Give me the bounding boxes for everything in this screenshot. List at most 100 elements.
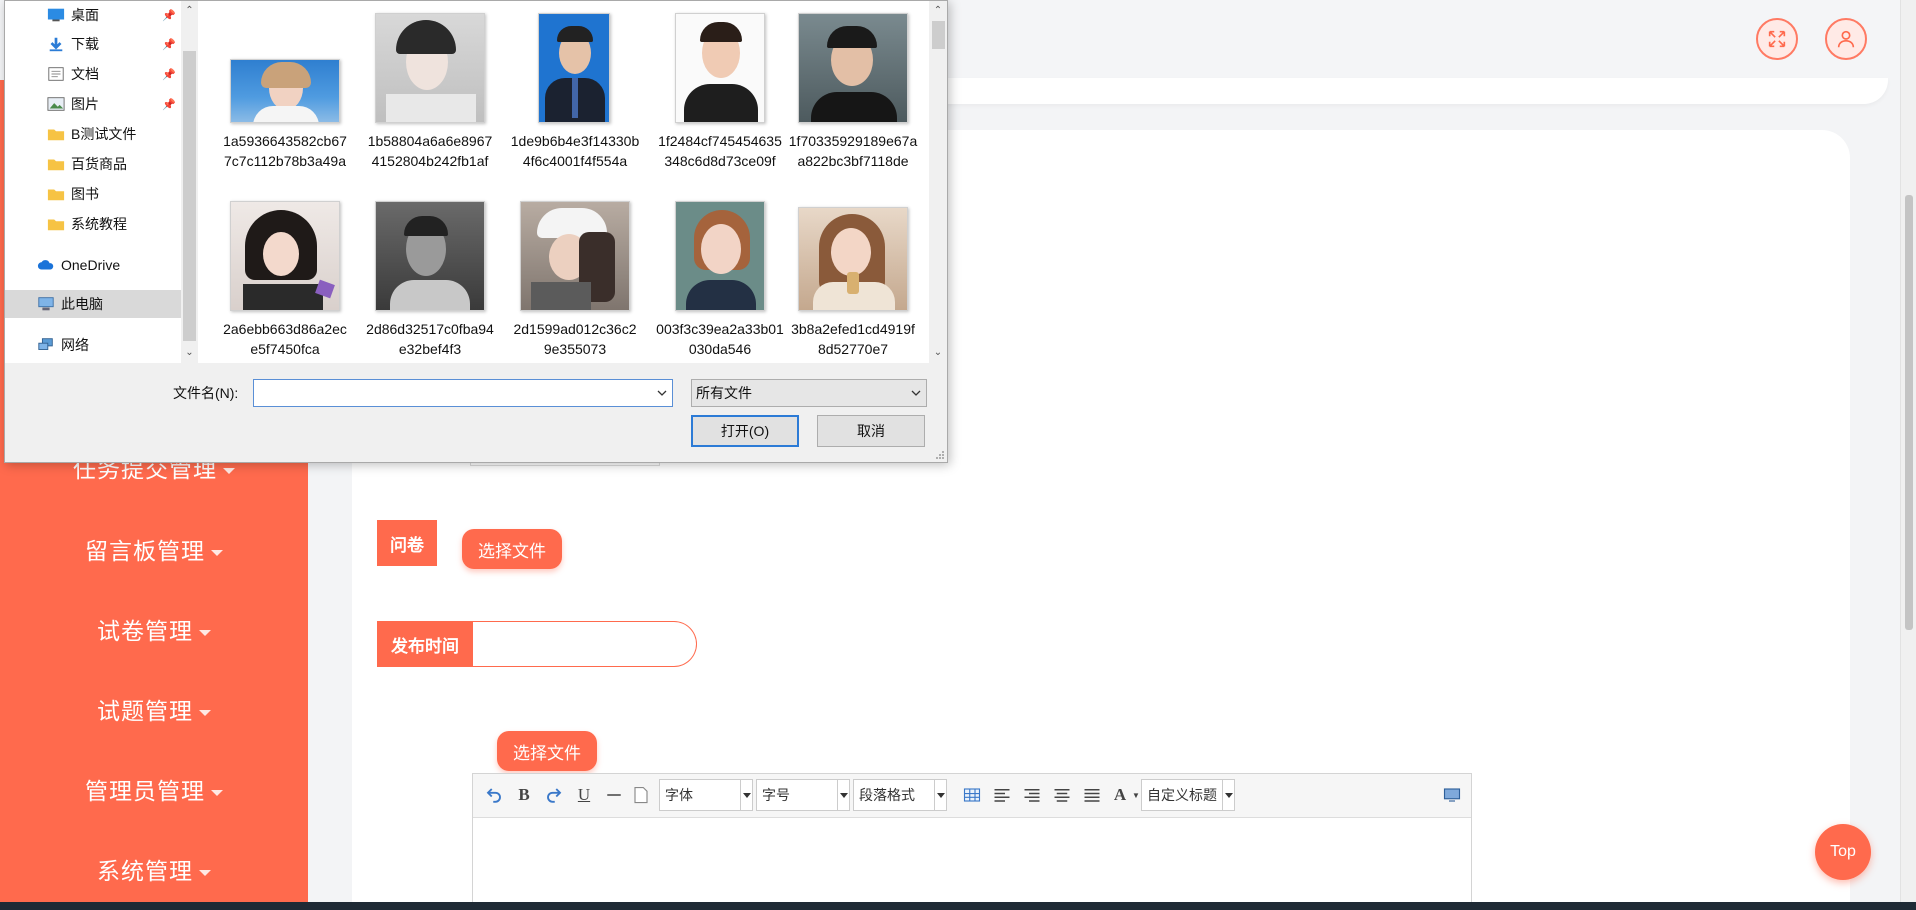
folder-icon bbox=[47, 189, 65, 201]
questionnaire-upload-button[interactable]: 选择文件 bbox=[462, 529, 562, 569]
pin-icon: 📌 bbox=[162, 38, 176, 51]
sidebar-item-exam-paper[interactable]: 试卷管理 bbox=[0, 612, 308, 646]
align-right-icon[interactable] bbox=[1021, 784, 1043, 806]
cancel-button[interactable]: 取消 bbox=[817, 415, 925, 447]
horizontal-rule-icon[interactable] bbox=[603, 784, 625, 806]
fullscreen-button[interactable] bbox=[1756, 18, 1798, 60]
caret-down-icon bbox=[211, 789, 223, 796]
sidebar-item-message-board[interactable]: 留言板管理 bbox=[0, 532, 308, 566]
nav-label: 图片 bbox=[71, 96, 99, 112]
scroll-up-icon[interactable]: ⌃ bbox=[929, 3, 947, 19]
paragraph-format-select[interactable]: 段落格式 bbox=[853, 779, 947, 811]
scrollbar-thumb[interactable] bbox=[932, 21, 945, 49]
chevron-down-icon bbox=[740, 780, 752, 810]
questionnaire-label: 问卷 bbox=[377, 520, 437, 566]
custom-title-select[interactable]: 自定义标题 bbox=[1141, 779, 1235, 811]
file-thumbnail bbox=[798, 201, 908, 311]
publish-time-input[interactable] bbox=[473, 621, 697, 667]
file-list-pane: 1a5936643582cb677c7c112b78b3a49a 1b58804… bbox=[198, 1, 929, 363]
computer-icon bbox=[38, 297, 54, 311]
file-name: 2d86d32517c0fba94e32bef4f3 bbox=[366, 321, 494, 357]
caret-down-icon bbox=[211, 549, 223, 556]
nav-item-folder-tutorials[interactable]: 系统教程 bbox=[5, 210, 181, 238]
scrollbar-thumb[interactable] bbox=[183, 51, 196, 341]
nav-item-pictures[interactable]: 图片 📌 bbox=[5, 90, 181, 118]
filename-input[interactable] bbox=[253, 379, 673, 407]
file-name: 003f3c39ea2a33b01030da546 bbox=[656, 321, 784, 357]
table-icon[interactable] bbox=[961, 784, 983, 806]
file-name: 1de9b6b4e3f14330b4f6c4001f4f554a bbox=[510, 133, 640, 169]
caret-down-icon bbox=[199, 869, 211, 876]
scrollbar-thumb[interactable] bbox=[1905, 195, 1913, 630]
scroll-down-icon[interactable]: ⌄ bbox=[929, 345, 947, 361]
undo-icon[interactable] bbox=[483, 784, 505, 806]
desktop-icon bbox=[47, 8, 65, 22]
nav-item-downloads[interactable]: 下载 📌 bbox=[5, 30, 181, 58]
nav-item-this-pc[interactable]: 此电脑 bbox=[5, 290, 181, 318]
nav-label: 文档 bbox=[71, 66, 99, 82]
pin-icon: 📌 bbox=[162, 68, 176, 81]
align-justify-icon[interactable] bbox=[1081, 784, 1103, 806]
caret-down-icon bbox=[223, 467, 235, 474]
file-thumbnail bbox=[230, 201, 340, 311]
custom-title-value: 自定义标题 bbox=[1147, 787, 1217, 803]
nav-label: B测试文件 bbox=[71, 126, 137, 142]
font-family-select[interactable]: 字体 bbox=[659, 779, 753, 811]
filename-label: 文件名(N): bbox=[173, 385, 239, 401]
download-icon bbox=[49, 37, 63, 52]
file-thumbnail bbox=[520, 13, 630, 123]
page-icon[interactable] bbox=[630, 784, 652, 806]
content-upload-button[interactable]: 选择文件 bbox=[497, 731, 597, 771]
bold-icon[interactable]: B bbox=[513, 784, 535, 806]
sidebar-item-label: 管理员管理 bbox=[85, 778, 205, 804]
nav-item-desktop[interactable]: 桌面 📌 bbox=[5, 1, 181, 29]
folder-icon bbox=[47, 129, 65, 141]
network-icon bbox=[38, 338, 53, 350]
nav-item-folder-books[interactable]: 图书 bbox=[5, 180, 181, 208]
picture-icon bbox=[47, 97, 65, 111]
open-button[interactable]: 打开(O) bbox=[691, 415, 799, 447]
user-button[interactable] bbox=[1825, 18, 1867, 60]
file-list-scrollbar[interactable]: ⌃ ⌄ bbox=[929, 1, 947, 363]
file-thumbnail bbox=[375, 201, 485, 311]
scroll-up-icon[interactable]: ⌃ bbox=[181, 3, 198, 19]
caret-down-icon bbox=[199, 629, 211, 636]
resize-grip-icon[interactable] bbox=[935, 450, 945, 460]
scroll-down-icon[interactable]: ⌄ bbox=[181, 345, 198, 361]
file-name: 2d1599ad012c36c29e355073 bbox=[513, 321, 637, 357]
sidebar-item-question[interactable]: 试题管理 bbox=[0, 692, 308, 726]
nav-label: 百货商品 bbox=[71, 156, 127, 172]
file-type-value: 所有文件 bbox=[696, 385, 752, 401]
publish-time-label: 发布时间 bbox=[377, 621, 473, 667]
underline-icon[interactable]: U bbox=[573, 784, 595, 806]
align-center-icon[interactable] bbox=[1051, 784, 1073, 806]
nav-label: 系统教程 bbox=[71, 216, 127, 232]
nav-item-folder-b-test[interactable]: B测试文件 bbox=[5, 120, 181, 148]
pin-icon: 📌 bbox=[162, 9, 176, 22]
font-family-value: 字体 bbox=[665, 787, 693, 803]
file-type-select[interactable]: 所有文件 bbox=[691, 379, 927, 407]
rich-text-editor: B U 字体 字号 段落格式 A ▼ 自定义标题 bbox=[472, 773, 1472, 910]
chevron-down-icon[interactable] bbox=[656, 387, 668, 399]
nav-scrollbar[interactable]: ⌃ ⌄ bbox=[181, 1, 198, 363]
page-scrollbar[interactable] bbox=[1900, 0, 1916, 902]
file-name: 2a6ebb663d86a2ece5f7450fca bbox=[223, 321, 347, 357]
nav-item-onedrive[interactable]: OneDrive bbox=[5, 251, 181, 279]
preview-icon[interactable] bbox=[1441, 784, 1463, 806]
file-thumbnail bbox=[798, 13, 908, 123]
sidebar-item-admin[interactable]: 管理员管理 bbox=[0, 772, 308, 806]
font-size-select[interactable]: 字号 bbox=[756, 779, 850, 811]
nav-item-documents[interactable]: 文档 📌 bbox=[5, 60, 181, 88]
file-name: 1a5936643582cb677c7c112b78b3a49a bbox=[223, 133, 347, 169]
file-name: 1f70335929189e67aa822bc3bf7118de bbox=[788, 133, 918, 169]
fullscreen-icon bbox=[1768, 30, 1786, 48]
chevron-down-icon bbox=[911, 390, 921, 396]
sidebar-item-system[interactable]: 系统管理 bbox=[0, 852, 308, 886]
nav-item-network[interactable]: 网络 bbox=[5, 331, 181, 359]
back-to-top-button[interactable]: Top bbox=[1815, 824, 1871, 880]
sidebar-item-label: 试题管理 bbox=[97, 698, 193, 724]
nav-item-folder-goods[interactable]: 百货商品 bbox=[5, 150, 181, 178]
align-left-icon[interactable] bbox=[991, 784, 1013, 806]
file-open-dialog: 桌面 📌 下载 📌 文档 📌 图片 📌 B测试文件 百货商品 图书 系统教程 O… bbox=[4, 0, 948, 463]
redo-icon[interactable] bbox=[543, 784, 565, 806]
